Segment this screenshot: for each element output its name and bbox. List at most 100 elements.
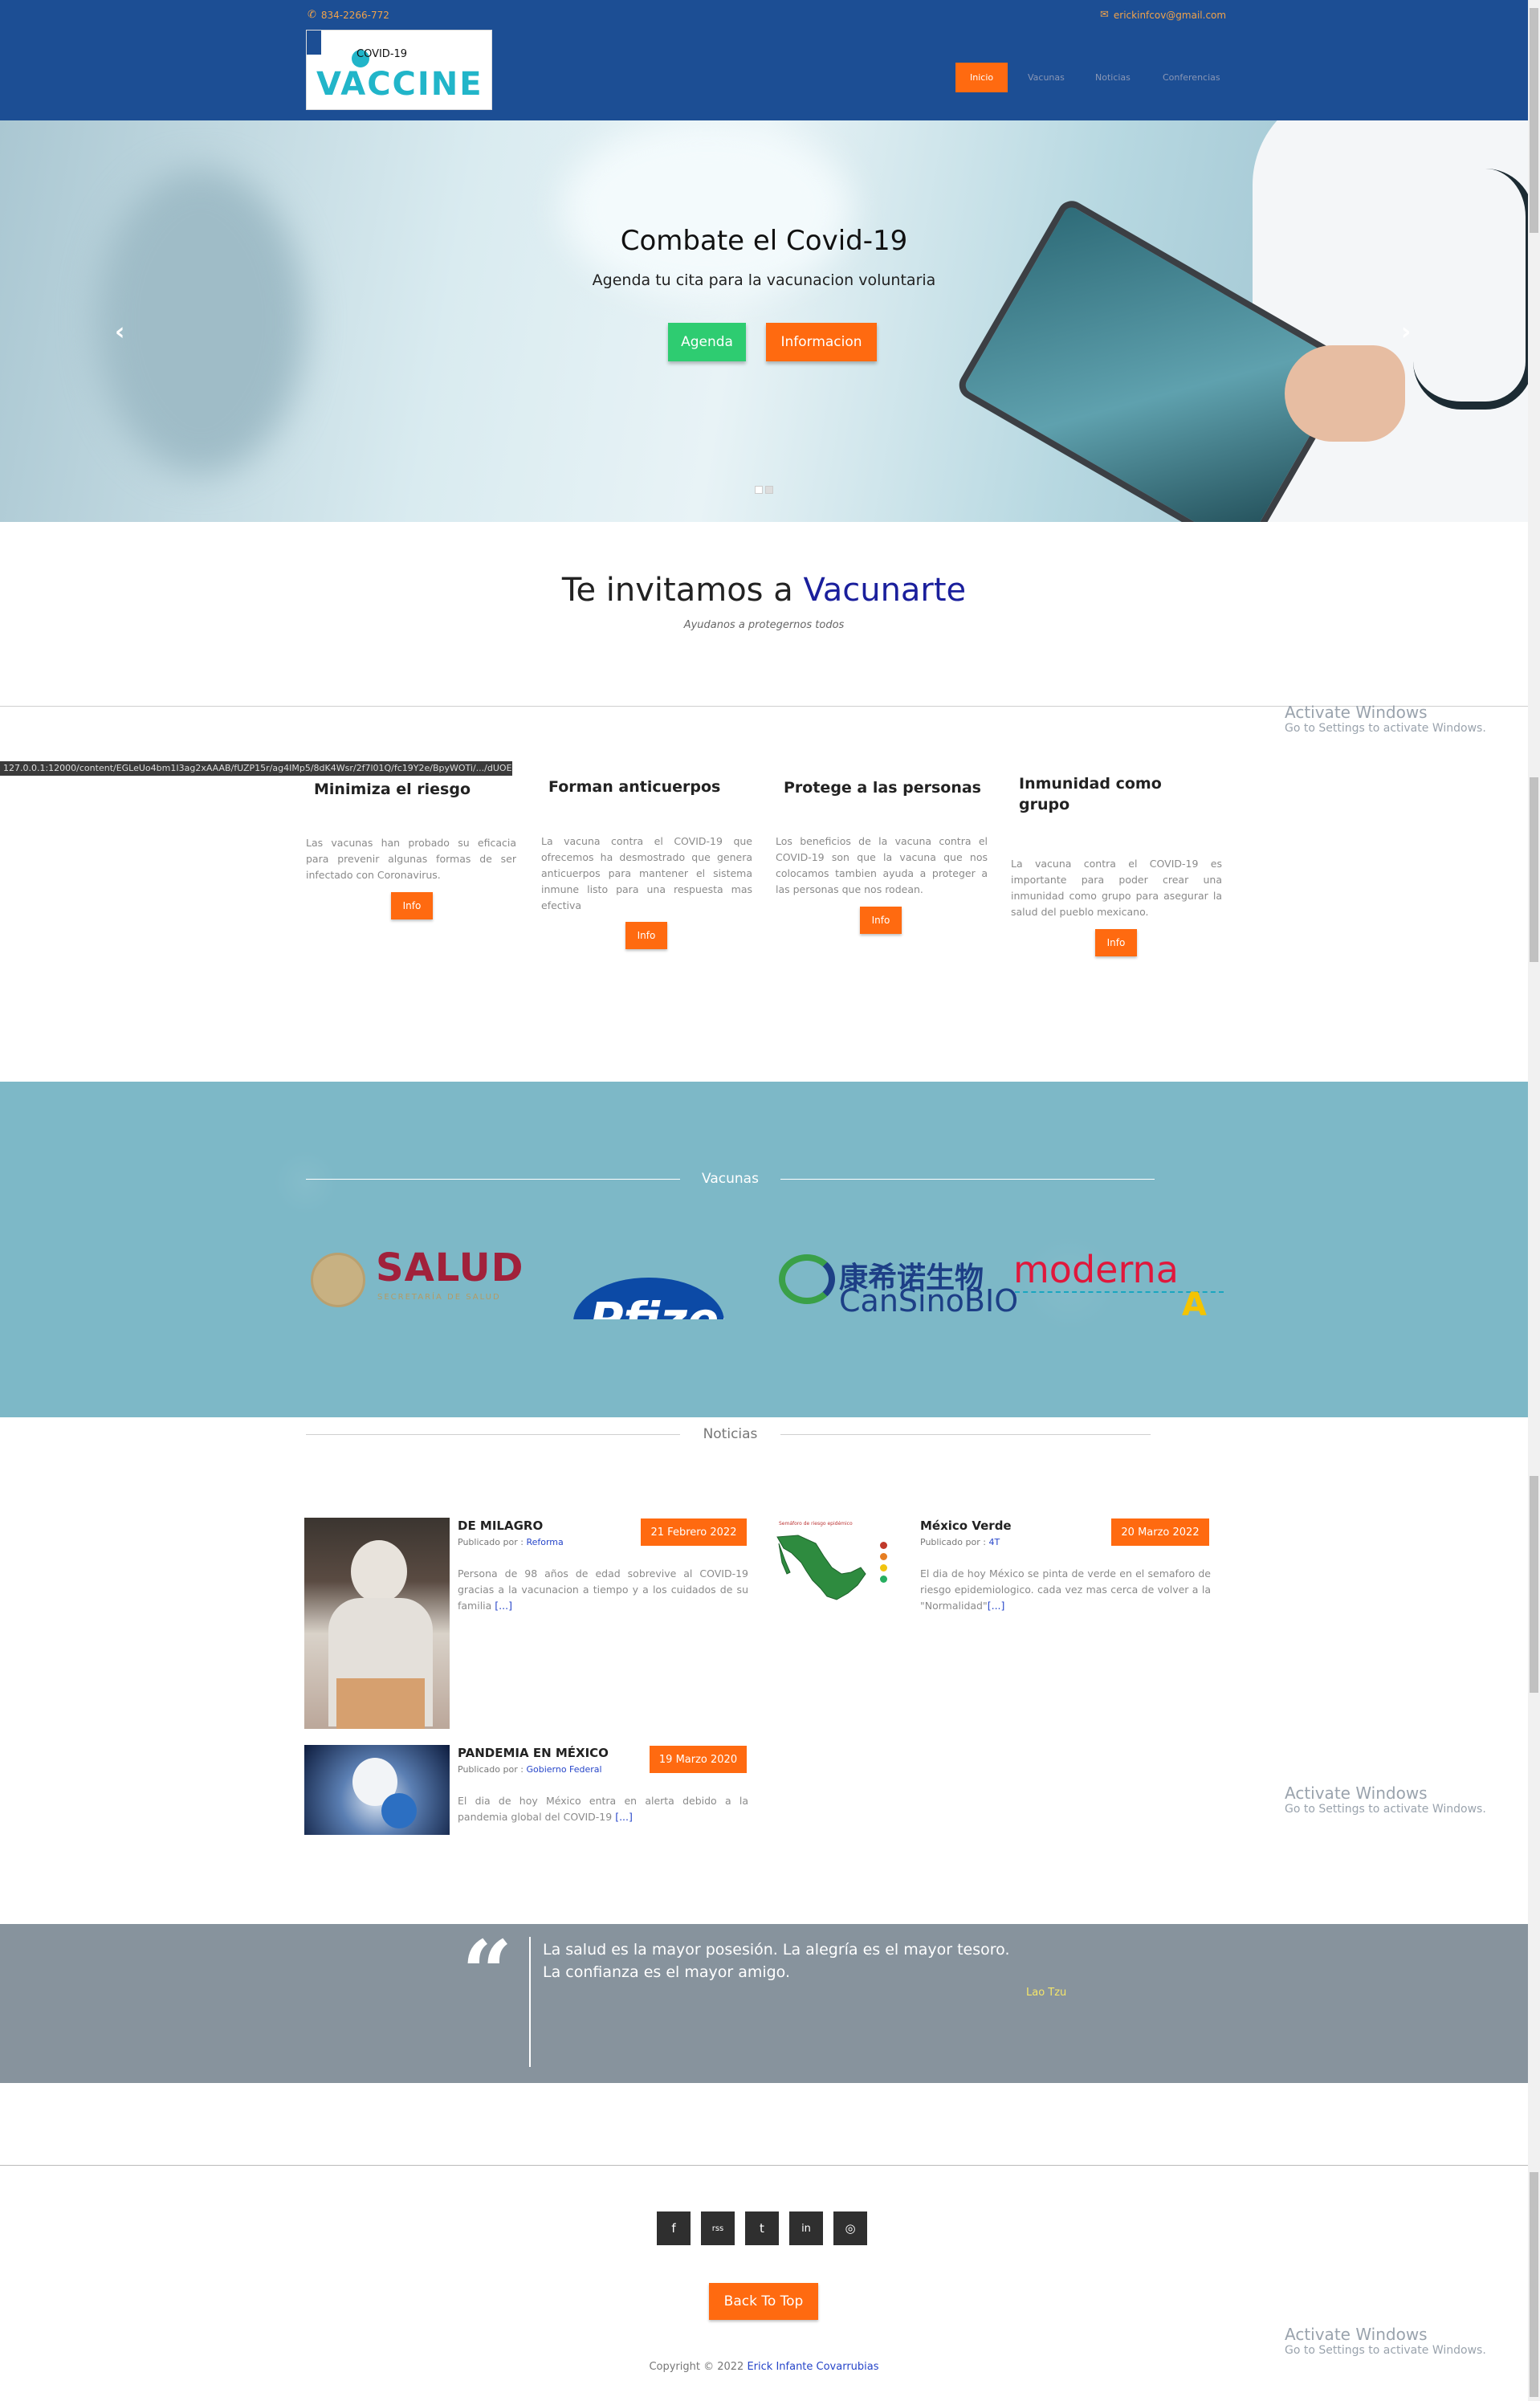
news-date-2: 20 Marzo 2022 <box>1111 1518 1209 1546</box>
moderna-mark-icon: A <box>1182 1286 1207 1323</box>
quote-text: La salud es la mayor posesión. La alegrí… <box>543 1941 1010 1981</box>
feature-title-4: Inmunidad como grupo <box>1019 775 1162 813</box>
news-image-mexico-map[interactable]: Semáforo de riesgo epidémico <box>768 1518 913 1620</box>
nav-vacunas[interactable]: Vacunas <box>1013 63 1079 92</box>
scrollbar-thumb-1[interactable] <box>1530 8 1538 233</box>
legend-yellow-dot <box>880 1564 887 1571</box>
feature-info-button-1[interactable]: Info <box>391 892 433 919</box>
agenda-button[interactable]: Agenda <box>668 323 746 361</box>
windows-activation-watermark-2: Activate Windows Go to Settings to activ… <box>1285 1783 1486 1816</box>
background-figure <box>96 169 305 474</box>
feature-info-button-2[interactable]: Info <box>625 922 667 949</box>
cansino-swirl-icon <box>779 1254 835 1304</box>
informacion-button[interactable]: Informacion <box>766 323 877 361</box>
copyright-prefix: Copyright © 2022 <box>649 2361 748 2373</box>
facebook-icon[interactable]: f <box>657 2211 691 2245</box>
quote-divider <box>529 1937 531 2067</box>
carousel-prev-icon[interactable]: ‹ <box>115 318 124 346</box>
header-email[interactable]: ✉ erickinfcov@gmail.com <box>1100 9 1226 21</box>
nav-inicio[interactable]: Inicio <box>955 63 1008 92</box>
copyright-author-link[interactable]: Erick Infante Covarrubias <box>747 2361 878 2373</box>
salud-logo-subtitle: SECRETARÍA DE SALUD <box>377 1293 501 1302</box>
dribbble-icon[interactable]: ◎ <box>833 2211 867 2245</box>
phone-icon: ✆ <box>308 9 316 21</box>
logo-vaccine-text: VACCINE <box>316 66 483 103</box>
windows-activation-watermark-3: Activate Windows Go to Settings to activ… <box>1285 2325 1486 2357</box>
status-url-tooltip: 127.0.0.1:12000/content/EGLeUo4bm1I3ag2x… <box>0 761 512 776</box>
news-byline-1: Publicado por : Reforma <box>458 1537 564 1547</box>
news-image-elderly-woman[interactable] <box>304 1518 450 1729</box>
feature-title-1: Minimiza el riesgo <box>314 781 471 798</box>
feature-title-3: Protege a las personas <box>784 779 981 797</box>
feature-info-button-3[interactable]: Info <box>860 907 902 934</box>
invite-title-highlight: Vacunarte <box>803 572 967 609</box>
news-date-3: 19 Marzo 2020 <box>650 1746 747 1773</box>
news-more-link-2[interactable]: [...] <box>988 1600 1005 1612</box>
news-author-link-1[interactable]: Reforma <box>526 1537 563 1547</box>
windows-activation-watermark-1: Activate Windows Go to Settings to activ… <box>1285 703 1486 735</box>
news-title-2[interactable]: México Verde <box>920 1518 1012 1533</box>
legend-red-dot <box>880 1542 887 1549</box>
logo-notch <box>307 31 321 55</box>
cansino-logo[interactable]: CanSinoBIO <box>839 1283 1018 1319</box>
stethoscope-image <box>1413 169 1528 410</box>
page: ✆ 834-2266-772 ✉ erickinfcov@gmail.com C… <box>0 0 1540 2401</box>
header-phone[interactable]: ✆ 834-2266-772 <box>308 9 389 21</box>
noticias-line-left <box>306 1434 680 1435</box>
nav-noticias[interactable]: Noticias <box>1081 63 1145 92</box>
watermark-title: Activate Windows <box>1285 703 1428 722</box>
published-by-label: Publicado por : <box>458 1764 527 1775</box>
invite-title-prefix: Te invitamos a <box>561 572 804 609</box>
hero-title: Combate el Covid-19 <box>620 225 908 257</box>
feature-info-button-4[interactable]: Info <box>1095 929 1137 956</box>
site-logo[interactable]: COVID-19 VACCINE <box>306 30 492 110</box>
vacunas-label: Vacunas <box>702 1171 759 1187</box>
news-text-1: Persona de 98 años de edad sobrevive al … <box>458 1566 748 1614</box>
news-text-body-2: El dia de hoy México se pinta de verde e… <box>920 1567 1211 1612</box>
phone-text: 834-2266-772 <box>320 9 389 21</box>
nav-conferencias[interactable]: Conferencias <box>1148 63 1235 92</box>
woman-skirt <box>336 1678 425 1729</box>
watermark-subtitle: Go to Settings to activate Windows. <box>1285 1803 1486 1816</box>
news-more-link-1[interactable]: [...] <box>495 1600 512 1612</box>
news-title-1[interactable]: DE MILAGRO <box>458 1518 543 1533</box>
scrollbar-thumb-4[interactable] <box>1530 2172 1538 2397</box>
news-more-link-3[interactable]: [...] <box>615 1811 633 1823</box>
news-author-link-2[interactable]: 4T <box>988 1537 1000 1547</box>
hero-subtitle: Agenda tu cita para la vacunacion volunt… <box>592 271 936 289</box>
news-text-body-3: El dia de hoy México entra en alerta deb… <box>458 1795 748 1823</box>
carousel-dot-2[interactable] <box>765 486 773 494</box>
scrollbar-thumb-2[interactable] <box>1530 777 1538 962</box>
moderna-logo[interactable]: moderna <box>1013 1248 1179 1291</box>
pfizer-crop-mask <box>562 1319 747 1417</box>
legend-green-dot <box>880 1576 887 1583</box>
quote-author: Lao Tzu <box>1026 1987 1067 1999</box>
rss-icon[interactable]: rss <box>701 2211 735 2245</box>
news-byline-3: Publicado por : Gobierno Federal <box>458 1764 602 1775</box>
watermark-title: Activate Windows <box>1285 1783 1428 1803</box>
background-light <box>562 120 851 297</box>
mexico-green-map <box>776 1535 866 1600</box>
noticias-label: Noticias <box>703 1426 758 1442</box>
footer-divider <box>0 2165 1528 2166</box>
hero-carousel: ‹ › <box>0 120 1528 522</box>
back-to-top-button[interactable]: Back To Top <box>709 2283 818 2320</box>
salud-logo[interactable]: SALUD <box>376 1245 524 1290</box>
linkedin-icon[interactable]: in <box>789 2211 823 2245</box>
news-title-3[interactable]: PANDEMIA EN MÉXICO <box>458 1746 609 1760</box>
carousel-dot-1[interactable] <box>755 486 763 494</box>
salud-seal-icon <box>311 1253 365 1307</box>
scrollbar-thumb-3[interactable] <box>1530 1476 1538 1693</box>
watermark-title: Activate Windows <box>1285 2325 1428 2344</box>
feature-text-3: Los beneficios de la vacuna contra el CO… <box>776 835 988 895</box>
news-author-link-3[interactable]: Gobierno Federal <box>526 1764 601 1775</box>
feature-text-1: Las vacunas han probado su eficacia para… <box>306 837 516 881</box>
twitter-icon[interactable]: t <box>745 2211 779 2245</box>
carousel-next-icon[interactable]: › <box>1401 318 1411 346</box>
invite-title: Te invitamos a Vacunarte <box>0 572 1528 609</box>
news-byline-2: Publicado por : 4T <box>920 1537 1000 1547</box>
feature-text-4: La vacuna contra el COVID-19 es importan… <box>1011 858 1222 918</box>
news-image-pandemic[interactable] <box>304 1745 450 1835</box>
news-date-1: 21 Febrero 2022 <box>641 1518 747 1546</box>
scrollbar-track[interactable] <box>1528 0 1540 2401</box>
